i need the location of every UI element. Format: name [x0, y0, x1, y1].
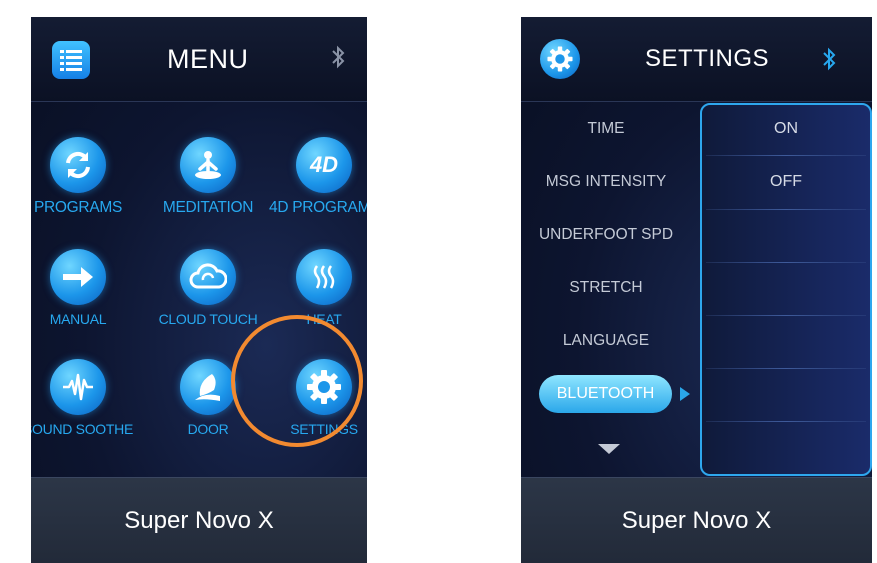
- door-icon: [180, 359, 236, 415]
- menu-screen: MENU PROGRAMS MEDITATION 4D 4D PROGRAMS …: [31, 17, 367, 563]
- bluetooth-icon: [822, 47, 836, 77]
- settings-screen: SETTINGS TIME MSG INTENSITY UNDERFOOT SP…: [521, 17, 872, 563]
- menu-item-label: MANUAL: [49, 311, 107, 327]
- meditation-person-icon: [180, 137, 236, 193]
- settings-header: SETTINGS: [521, 17, 872, 102]
- page-title: SETTINGS: [645, 45, 770, 72]
- menu-item-label: 4D PROGRAMS: [269, 199, 367, 216]
- divider: [706, 368, 866, 369]
- programs-refresh-icon: [50, 137, 106, 193]
- device-name-footer: Super Novo X: [521, 477, 872, 563]
- setting-item-language[interactable]: LANGUAGE: [521, 332, 691, 350]
- menu-item-4d-programs[interactable]: 4D 4D PROGRAMS: [269, 137, 367, 217]
- scroll-down-arrow-icon[interactable]: [598, 444, 620, 454]
- sound-wave-icon: [50, 359, 106, 415]
- menu-item-programs[interactable]: PROGRAMS: [31, 137, 133, 217]
- option-on[interactable]: ON: [702, 120, 870, 138]
- setting-item-msg-intensity[interactable]: MSG INTENSITY: [521, 173, 691, 191]
- menu-item-cloud-touch[interactable]: CLOUD TOUCH: [153, 249, 263, 327]
- divider: [706, 155, 866, 156]
- cloud-touch-icon: [180, 249, 236, 305]
- menu-item-label: CLOUD TOUCH: [158, 311, 258, 327]
- menu-item-meditation[interactable]: MEDITATION: [153, 137, 263, 217]
- selected-arrow-icon: [680, 387, 690, 401]
- menu-item-manual[interactable]: MANUAL: [31, 249, 133, 327]
- menu-list-icon[interactable]: [52, 41, 90, 79]
- menu-item-label: SOUND SOOTHE: [31, 421, 133, 437]
- divider: [706, 209, 866, 210]
- menu-header: MENU: [31, 17, 367, 102]
- arrow-right-icon: [50, 249, 106, 305]
- page-title: MENU: [167, 44, 249, 74]
- divider: [706, 315, 866, 316]
- menu-item-label: PROGRAMS: [33, 199, 123, 216]
- menu-item-label: MEDITATION: [162, 199, 254, 216]
- heat-waves-icon: [296, 249, 352, 305]
- setting-item-time[interactable]: TIME: [521, 120, 691, 138]
- divider: [706, 421, 866, 422]
- 4d-icon: 4D: [296, 137, 352, 193]
- bluetooth-icon: [331, 45, 345, 75]
- setting-item-stretch[interactable]: STRETCH: [521, 279, 691, 297]
- device-name-footer: Super Novo X: [31, 477, 367, 563]
- divider: [706, 262, 866, 263]
- options-panel: ON OFF: [700, 103, 872, 476]
- option-off[interactable]: OFF: [702, 173, 870, 191]
- settings-gear-icon[interactable]: [540, 39, 580, 79]
- menu-item-sound-soothe[interactable]: SOUND SOOTHE: [31, 359, 133, 437]
- setting-item-bluetooth[interactable]: BLUETOOTH: [539, 375, 672, 413]
- settings-highlight-ring: [231, 315, 363, 447]
- setting-item-underfoot-spd[interactable]: UNDERFOOT SPD: [521, 226, 691, 244]
